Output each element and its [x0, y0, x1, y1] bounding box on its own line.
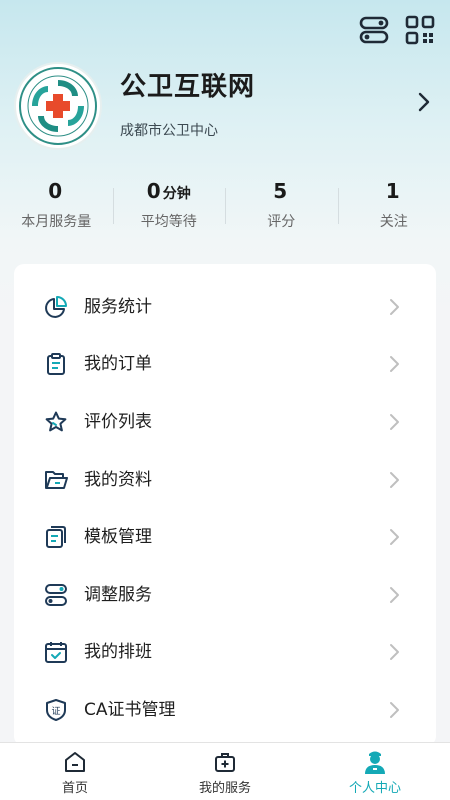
tab-label: 个人中心 — [348, 781, 401, 796]
bottom-tab-bar: 首页 我的服务 个人中心 — [0, 742, 450, 800]
chevron-right-icon — [388, 585, 402, 605]
pie-chart-icon — [44, 295, 68, 319]
stat-value: 0 — [48, 179, 63, 203]
menu-label: 评价列表 — [84, 412, 152, 432]
calendar-icon — [44, 640, 68, 664]
medical-bag-icon — [212, 749, 238, 775]
menu-item-review-list[interactable]: 评价列表 — [14, 402, 436, 442]
qr-code-icon[interactable] — [404, 14, 436, 46]
doctor-icon — [362, 749, 388, 775]
tab-personal-center[interactable]: 个人中心 — [300, 743, 450, 800]
toggle-icon — [44, 583, 68, 607]
template-icon — [44, 525, 68, 549]
stat-label: 本月服务量 — [21, 214, 92, 230]
menu-item-my-profile-data[interactable]: 我的资料 — [14, 460, 436, 500]
stat-value: 0 分钟 — [146, 179, 191, 203]
stat-value: 1 — [385, 179, 400, 203]
stat-followers[interactable]: 1 关注 — [337, 176, 450, 238]
stat-label: 平均等待 — [140, 214, 197, 230]
stat-value: 5 — [273, 179, 288, 203]
menu-item-service-stats[interactable]: 服务统计 — [14, 287, 436, 327]
home-icon — [62, 749, 88, 775]
profile-subtitle: 成都市公卫中心 — [120, 123, 218, 139]
chevron-right-icon — [388, 354, 402, 374]
stat-monthly-service[interactable]: 0 本月服务量 — [0, 176, 113, 238]
tab-label: 我的服务 — [198, 781, 251, 796]
profile-header[interactable]: 公卫互联网 成都市公卫中心 — [14, 62, 436, 152]
menu-label: CA证书管理 — [84, 700, 176, 720]
chevron-right-icon — [388, 297, 402, 317]
stats-row: 0 本月服务量 0 分钟 平均等待 5 评分 1 关注 — [0, 176, 450, 238]
chevron-right-icon — [388, 527, 402, 547]
tab-my-services[interactable]: 我的服务 — [150, 743, 300, 800]
chevron-right-icon[interactable] — [412, 90, 436, 114]
menu-item-my-orders[interactable]: 我的订单 — [14, 344, 436, 384]
stat-average-wait[interactable]: 0 分钟 平均等待 — [112, 176, 226, 238]
menu-item-template-management[interactable]: 模板管理 — [14, 517, 436, 557]
menu-item-adjust-service[interactable]: 调整服务 — [14, 575, 436, 615]
top-actions — [358, 14, 436, 46]
organization-logo — [14, 62, 102, 150]
star-icon — [44, 410, 68, 434]
clipboard-icon — [44, 352, 68, 376]
menu-label: 调整服务 — [84, 585, 152, 605]
stat-label: 评分 — [267, 214, 296, 230]
svg-text:证: 证 — [51, 706, 60, 717]
certificate-shield-icon: 证 — [44, 698, 68, 722]
chevron-right-icon — [388, 642, 402, 662]
menu-label: 我的订单 — [84, 354, 152, 374]
tab-home[interactable]: 首页 — [0, 743, 150, 800]
menu-label: 我的资料 — [84, 470, 152, 490]
menu-label: 服务统计 — [84, 297, 152, 317]
menu-item-my-schedule[interactable]: 我的排班 — [14, 632, 436, 672]
chevron-right-icon — [388, 470, 402, 490]
menu-label: 我的排班 — [84, 642, 152, 662]
stat-label: 关注 — [379, 214, 408, 230]
chevron-right-icon — [388, 412, 402, 432]
tab-label: 首页 — [61, 781, 88, 796]
menu-label: 模板管理 — [84, 527, 152, 547]
stat-rating[interactable]: 5 评分 — [225, 176, 338, 238]
profile-name: 公卫互联网 — [120, 72, 256, 102]
menu-item-ca-certificate[interactable]: 证 CA证书管理 — [14, 690, 436, 730]
menu-card: 服务统计 我的订单 评价列表 我的资料 模板管理 调整服务 我的排班 证 CA证… — [14, 264, 436, 746]
chevron-right-icon — [388, 700, 402, 720]
folder-icon — [44, 468, 68, 492]
toggle-settings-icon[interactable] — [358, 14, 390, 46]
